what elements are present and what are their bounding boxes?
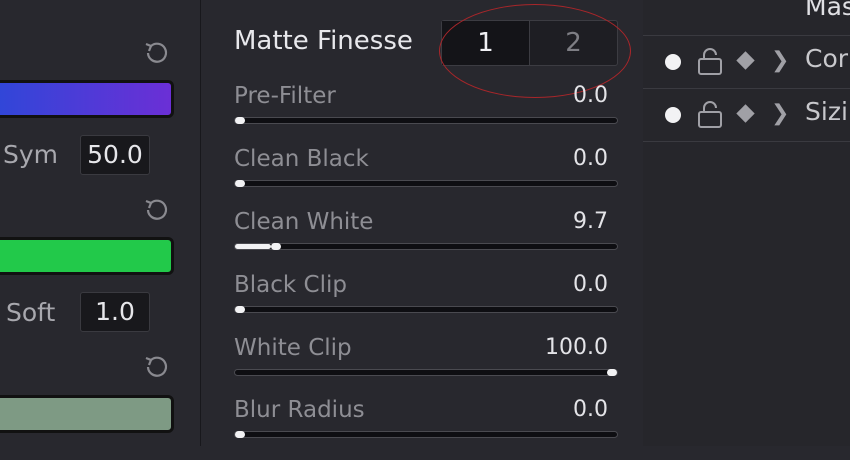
list-item-label: Sizi xyxy=(805,97,848,126)
sym-label: Sym xyxy=(3,140,59,169)
matte-finesse-panel: Matte Finesse 1 2 Pre-Filter 0.0 Clean Bla… xyxy=(200,0,644,446)
slider-track[interactable] xyxy=(234,431,618,438)
slider-row: Black Clip 0.0 xyxy=(234,272,618,335)
slider-label: Pre-Filter xyxy=(234,83,336,109)
slider-label: Black Clip xyxy=(234,272,347,298)
matte-finesse-title: Matte Finesse xyxy=(234,26,413,56)
reset-icon[interactable] xyxy=(140,193,174,227)
list-item[interactable]: ❯ Cor xyxy=(643,35,850,88)
luminance-bar[interactable] xyxy=(0,395,174,433)
slider-label: Blur Radius xyxy=(234,397,365,423)
slider-row: White Clip 100.0 xyxy=(234,335,618,398)
left-panel: Sym 50.0 Soft 1.0 xyxy=(0,0,199,446)
slider-track[interactable] xyxy=(234,117,618,124)
dot-icon[interactable] xyxy=(665,107,681,123)
diamond-icon[interactable] xyxy=(736,104,755,123)
chevron-right-icon[interactable]: ❯ xyxy=(771,101,789,126)
slider-value[interactable]: 0.0 xyxy=(573,272,608,297)
slider-label: Clean Black xyxy=(234,146,369,172)
slider-value[interactable]: 100.0 xyxy=(545,335,608,360)
slider-track[interactable] xyxy=(234,369,618,376)
slider-handle[interactable] xyxy=(235,117,245,124)
chevron-right-icon[interactable]: ❯ xyxy=(771,48,789,73)
list-item[interactable]: ❯ Sizi xyxy=(643,88,850,142)
slider-track[interactable] xyxy=(234,306,618,313)
slider-value[interactable]: 0.0 xyxy=(573,83,608,108)
dot-icon[interactable] xyxy=(665,54,681,70)
slider-track[interactable] xyxy=(234,180,618,187)
list-item-label: Cor xyxy=(805,44,849,73)
hue-gradient-bar[interactable] xyxy=(0,80,174,118)
slider-value[interactable]: 0.0 xyxy=(573,146,608,171)
slider-label: White Clip xyxy=(234,335,352,361)
slider-value[interactable]: 9.7 xyxy=(573,209,608,234)
lock-icon[interactable] xyxy=(697,99,723,129)
slider-fill xyxy=(235,244,272,249)
soft-label: Soft xyxy=(6,298,56,327)
reset-icon[interactable] xyxy=(140,350,174,384)
lock-icon[interactable] xyxy=(697,46,723,76)
saturation-bar[interactable] xyxy=(0,237,174,275)
slider-handle[interactable] xyxy=(235,306,245,313)
slider-row: Pre-Filter 0.0 xyxy=(234,83,618,146)
slider-handle[interactable] xyxy=(607,369,617,376)
slider-handle[interactable] xyxy=(235,180,245,187)
slider-handle[interactable] xyxy=(271,243,282,250)
sym-value-field[interactable]: 50.0 xyxy=(80,135,150,175)
right-panel-title: Mas xyxy=(805,0,850,21)
soft-value-field[interactable]: 1.0 xyxy=(80,292,150,332)
slider-row: Clean Black 0.0 xyxy=(234,146,618,209)
slider-row: Clean White 9.7 xyxy=(234,209,618,272)
diamond-icon[interactable] xyxy=(736,51,755,70)
slider-handle[interactable] xyxy=(235,431,245,438)
slider-row: Blur Radius 0.0 xyxy=(234,397,618,460)
right-panel: Mas ❯ Cor ❯ Sizi xyxy=(643,0,850,446)
slider-track[interactable] xyxy=(234,243,618,250)
slider-label: Clean White xyxy=(234,209,374,235)
slider-value[interactable]: 0.0 xyxy=(573,397,608,422)
reset-icon[interactable] xyxy=(140,36,174,70)
